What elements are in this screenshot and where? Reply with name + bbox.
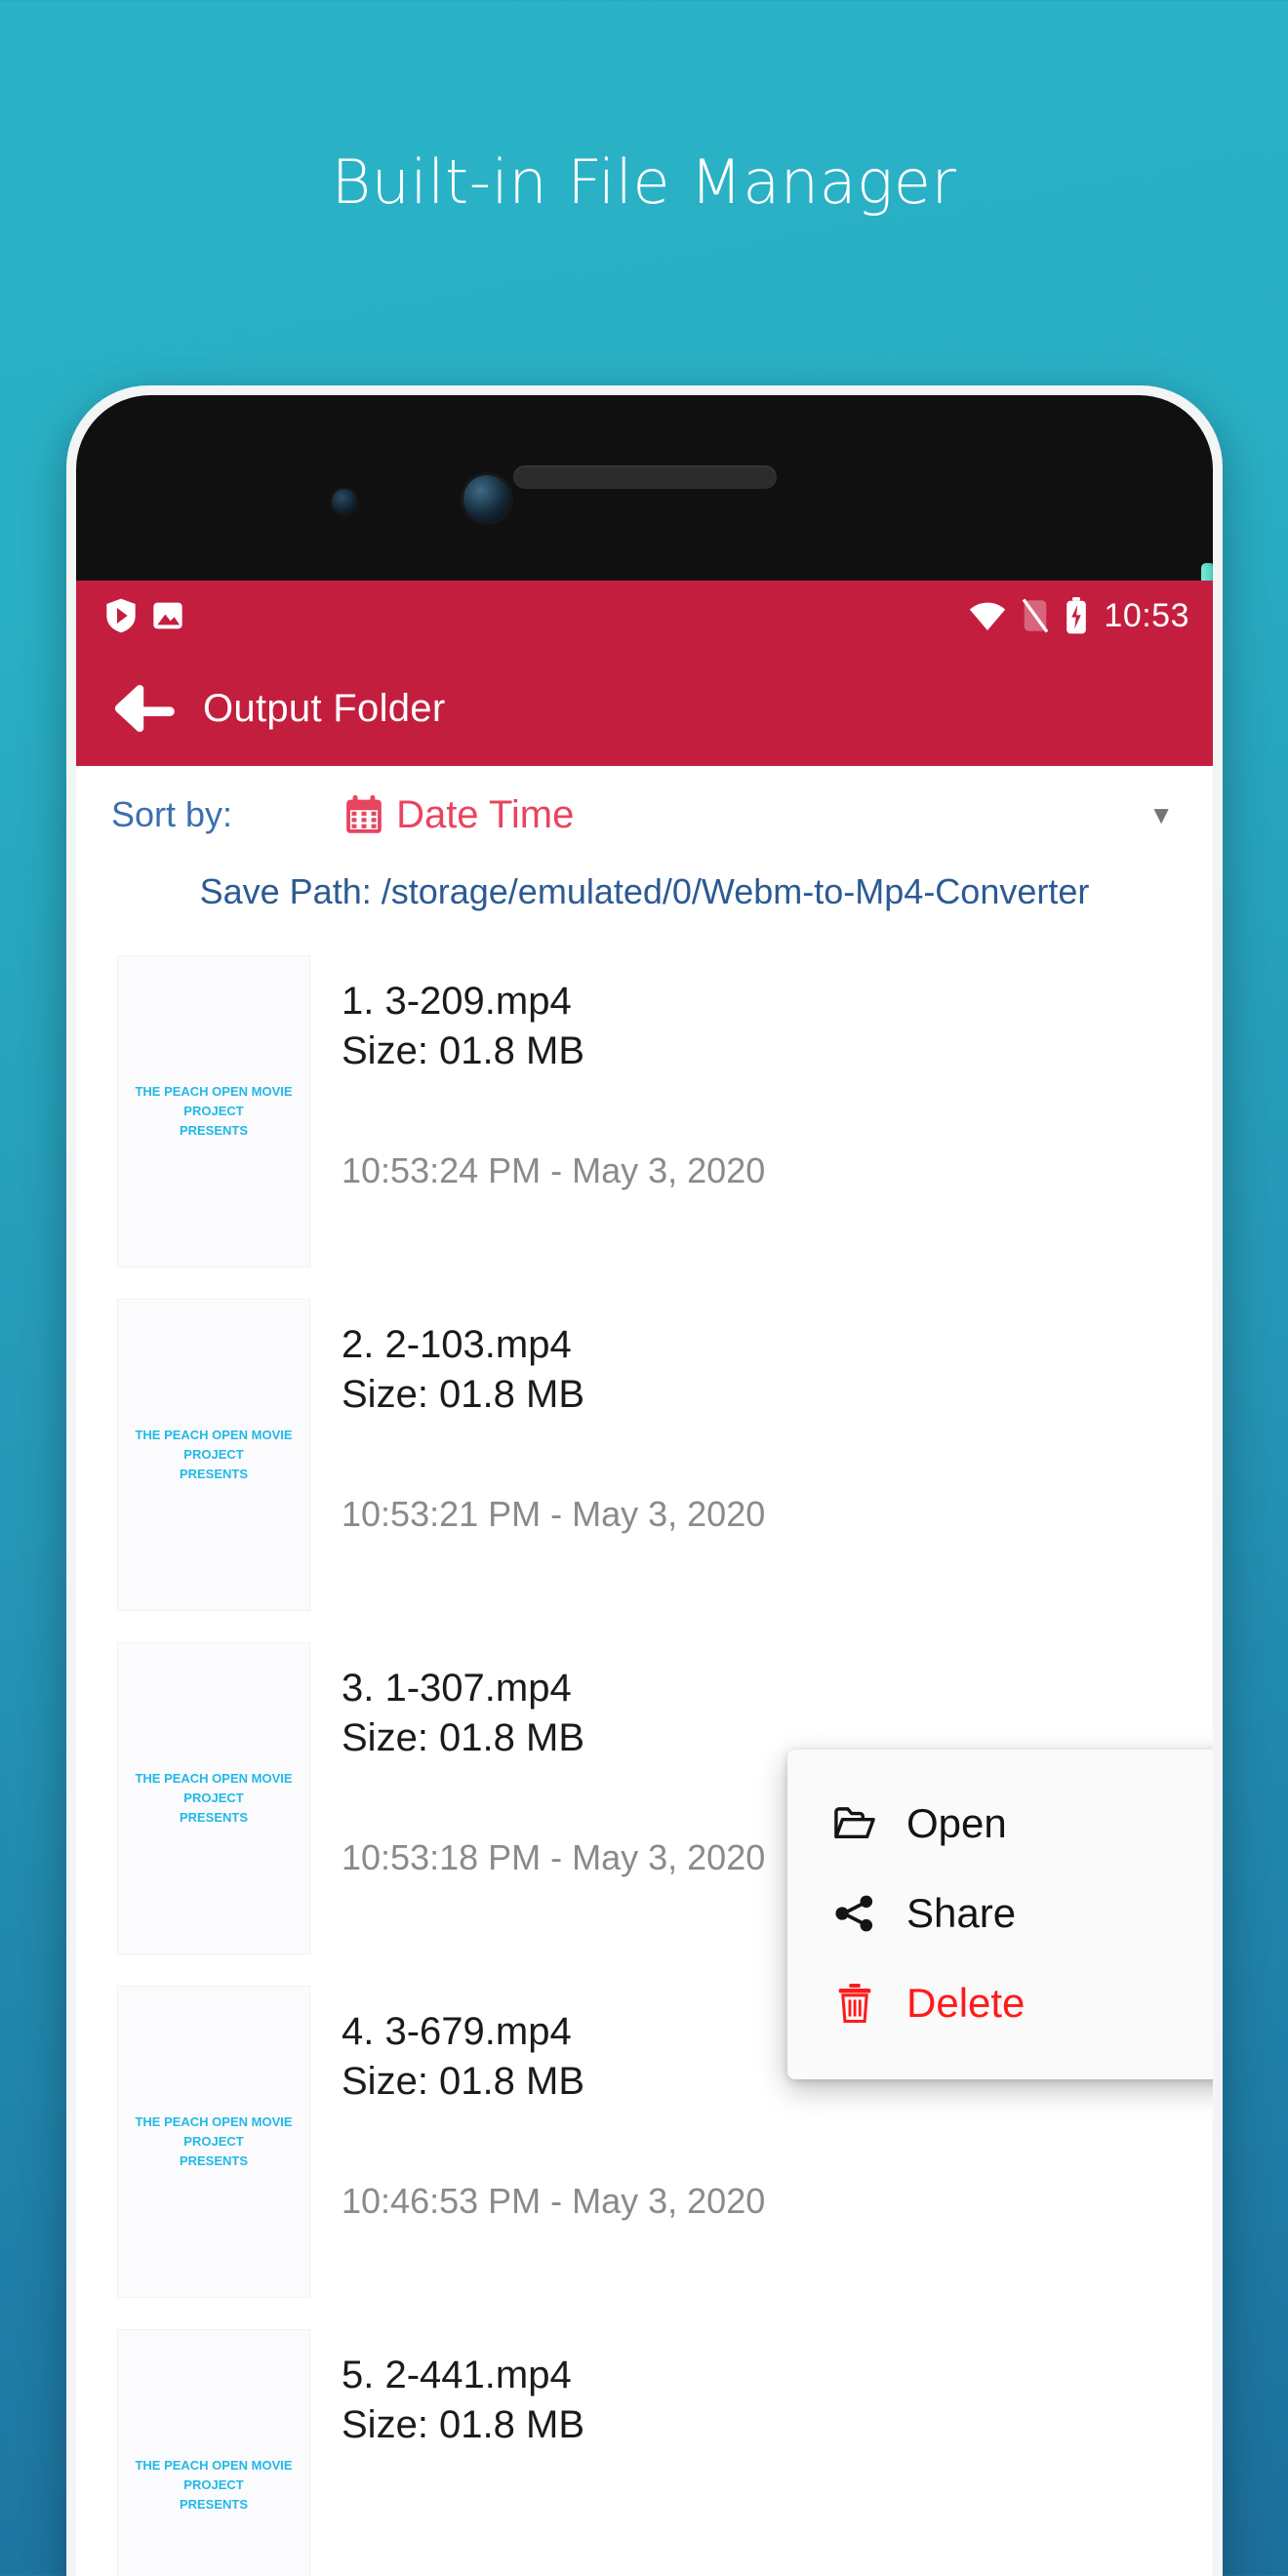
sensor-icon [332,489,357,514]
earpiece-speaker [512,465,777,489]
context-menu-item-open[interactable]: Open [787,1779,1213,1869]
file-meta: 1. 3-209.mp4 Size: 01.8 MB 10:53:24 PM -… [310,955,1213,1191]
thumbnail-caption-line1: THE PEACH OPEN MOVIE PROJECT [135,1427,293,1462]
file-date: 10:46:53 PM - May 3, 2020 [342,2181,766,2222]
thumbnail-caption: THE PEACH OPEN MOVIE PROJECT PRESENTS [118,1082,309,1141]
trash-icon [832,1984,877,2023]
thumbnail-caption-line2: PRESENTS [179,1809,249,1825]
thumbnail-caption-line1: THE PEACH OPEN MOVIE PROJECT [135,2457,293,2492]
sort-selected-value: Date Time [396,792,575,836]
phone-screen: 10:53 Output Folder Sort by: Date Time ▼… [76,581,1213,2576]
save-path-text: Save Path: /storage/emulated/0/Webm-to-M… [199,871,1090,911]
thumbnail-caption-line2: PRESENTS [179,1122,249,1138]
file-name: 2. 2-103.mp4 [342,1322,572,1366]
thumbnail-caption: THE PEACH OPEN MOVIE PROJECT PRESENTS [118,2456,309,2515]
file-date: 10:53:24 PM - May 3, 2020 [342,1150,766,1191]
wifi-icon [969,601,1006,630]
video-thumbnail: THE PEACH OPEN MOVIE PROJECT PRESENTS [117,2328,310,2576]
app-bar: Output Folder [76,651,1213,766]
context-menu-item-delete[interactable]: Delete [787,1958,1213,2048]
list-item[interactable]: THE PEACH OPEN MOVIE PROJECT PRESENTS 1.… [76,940,1213,1283]
arrow-left-icon[interactable] [111,683,176,734]
video-thumbnail: THE PEACH OPEN MOVIE PROJECT PRESENTS [117,954,310,1268]
thumbnail-caption: THE PEACH OPEN MOVIE PROJECT PRESENTS [118,1769,309,1828]
file-name: 5. 2-441.mp4 [342,2353,572,2396]
sort-bar[interactable]: Sort by: Date Time ▼ [76,766,1213,864]
file-date: 10:53:21 PM - May 3, 2020 [342,1494,766,1535]
battery-charging-icon [1065,597,1088,634]
chevron-down-icon[interactable]: ▼ [1148,800,1174,830]
file-size: Size: 01.8 MB [342,2402,585,2446]
thumbnail-caption-line2: PRESENTS [179,2153,249,2168]
thumbnail-caption: THE PEACH OPEN MOVIE PROJECT PRESENTS [118,1426,309,1484]
thumbnail-caption-line1: THE PEACH OPEN MOVIE PROJECT [135,1770,293,1805]
thumbnail-caption-line2: PRESENTS [179,1466,249,1481]
shield-play-icon [105,598,137,633]
context-menu-label: Open [906,1800,1007,1846]
context-menu-label: Share [906,1890,1017,1936]
share-nodes-icon [832,1895,877,1932]
thumbnail-caption-line2: PRESENTS [179,2496,249,2512]
status-bar-left-icons [105,598,183,633]
list-item[interactable]: THE PEACH OPEN MOVIE PROJECT PRESENTS 5.… [76,2314,1213,2576]
sort-by-label: Sort by: [111,794,233,834]
thumbnail-caption-line1: THE PEACH OPEN MOVIE PROJECT [135,2113,293,2149]
file-meta: 2. 2-103.mp4 Size: 01.8 MB 10:53:21 PM -… [310,1299,1213,1535]
front-camera-icon [463,475,510,522]
file-name: 1. 3-209.mp4 [342,979,572,1023]
context-menu-item-share[interactable]: Share [787,1869,1213,1958]
app-bar-title: Output Folder [203,686,446,730]
video-thumbnail: THE PEACH OPEN MOVIE PROJECT PRESENTS [117,1985,310,2298]
calendar-icon [345,795,382,834]
file-meta: 5. 2-441.mp4 Size: 01.8 MB [310,2329,1213,2450]
thumbnail-caption: THE PEACH OPEN MOVIE PROJECT PRESENTS [118,2113,309,2171]
sort-value-group[interactable]: Date Time [345,793,574,837]
phone-top-chin [76,395,1213,581]
no-sim-icon [1022,598,1049,633]
context-menu-label: Delete [906,1980,1026,2026]
file-name: 3. 1-307.mp4 [342,1666,572,1710]
phone-device-frame: 10:53 Output Folder Sort by: Date Time ▼… [66,385,1223,2576]
page-title: Built-in File Manager [331,146,957,218]
file-size: Size: 01.8 MB [342,1028,585,1072]
video-thumbnail: THE PEACH OPEN MOVIE PROJECT PRESENTS [117,1298,310,1611]
context-menu[interactable]: Open Share Delete [787,1750,1213,2079]
list-item[interactable]: THE PEACH OPEN MOVIE PROJECT PRESENTS 2.… [76,1283,1213,1627]
thumbnail-caption-line1: THE PEACH OPEN MOVIE PROJECT [135,1083,293,1118]
folder-open-icon [832,1806,877,1841]
image-icon [152,600,183,631]
status-bar-right-icons: 10:53 [969,597,1189,635]
status-bar-clock: 10:53 [1104,596,1189,634]
file-size: Size: 01.8 MB [342,1372,585,1416]
status-bar: 10:53 [76,581,1213,651]
phone-bezel: 10:53 Output Folder Sort by: Date Time ▼… [76,395,1213,2576]
video-thumbnail: THE PEACH OPEN MOVIE PROJECT PRESENTS [117,1641,310,1954]
